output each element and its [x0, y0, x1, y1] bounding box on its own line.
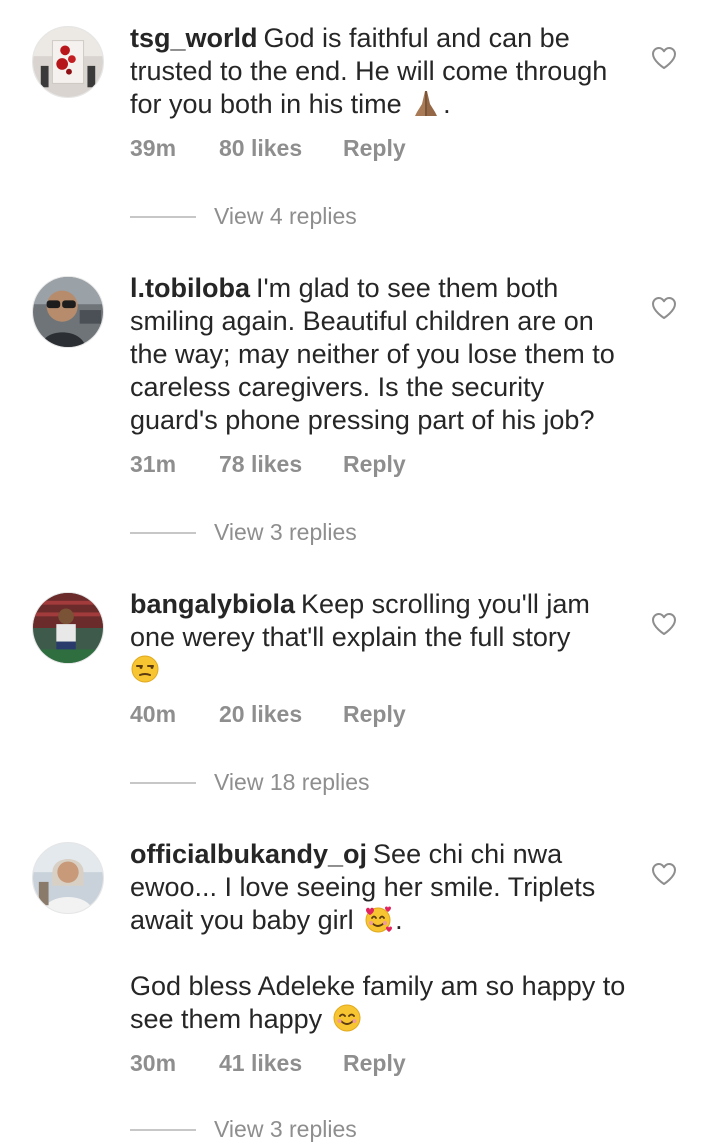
comment-username[interactable]: tsg_world [130, 23, 258, 53]
comment-likes[interactable]: 41 likes [219, 1048, 302, 1078]
view-replies-label: View 4 replies [214, 203, 357, 229]
like-heart-icon[interactable] [651, 46, 677, 70]
like-heart-icon[interactable] [651, 612, 677, 636]
comment-username[interactable]: l.tobiloba [130, 273, 250, 303]
comment-time: 39m [130, 135, 177, 161]
avatar[interactable] [32, 26, 104, 98]
unamused-face-icon [130, 654, 160, 684]
replies-divider [130, 216, 196, 218]
replies-divider [130, 782, 196, 784]
trailing-text: . [395, 905, 403, 935]
comment-likes[interactable]: 20 likes [219, 699, 302, 729]
folded-hands-icon [411, 88, 441, 118]
comment-body: tsg_world God is faithful and can be trus… [130, 22, 630, 121]
view-replies-label: View 3 replies [214, 519, 357, 545]
avatar[interactable] [32, 276, 104, 348]
comment-time: 30m [130, 1050, 177, 1076]
comment-body: officialbukandy_oj See chi chi nwa ewoo..… [130, 838, 630, 1036]
comment-body: bangalybiola Keep scrolling you'll jam on… [130, 588, 630, 687]
comment-likes[interactable]: 80 likes [219, 133, 302, 163]
avatar[interactable] [32, 842, 104, 914]
comment-text-2: God bless Adeleke family am so happy to … [130, 971, 626, 1034]
reply-button[interactable]: Reply [343, 1048, 406, 1078]
reply-button[interactable]: Reply [343, 449, 406, 479]
comment-body: l.tobiloba I'm glad to see them both smil… [130, 272, 630, 437]
comment-time: 31m [130, 451, 177, 477]
reply-button[interactable]: Reply [343, 133, 406, 163]
replies-divider [130, 532, 196, 534]
view-replies-label: View 3 replies [214, 1116, 357, 1142]
like-heart-icon[interactable] [651, 862, 677, 886]
comment-time: 40m [130, 701, 177, 727]
replies-divider [130, 1129, 196, 1131]
comment-likes[interactable]: 78 likes [219, 449, 302, 479]
comment-username[interactable]: officialbukandy_oj [130, 839, 367, 869]
comments-feed: tsg_world God is faithful and can be trus… [0, 0, 720, 1142]
smiling-face-with-hearts-icon [363, 904, 393, 934]
smiling-face-icon [332, 1003, 362, 1033]
comment-username[interactable]: bangalybiola [130, 589, 295, 619]
reply-button[interactable]: Reply [343, 699, 406, 729]
like-heart-icon[interactable] [651, 296, 677, 320]
avatar[interactable] [32, 592, 104, 664]
view-replies-label: View 18 replies [214, 769, 370, 795]
trailing-text: . [443, 89, 451, 119]
